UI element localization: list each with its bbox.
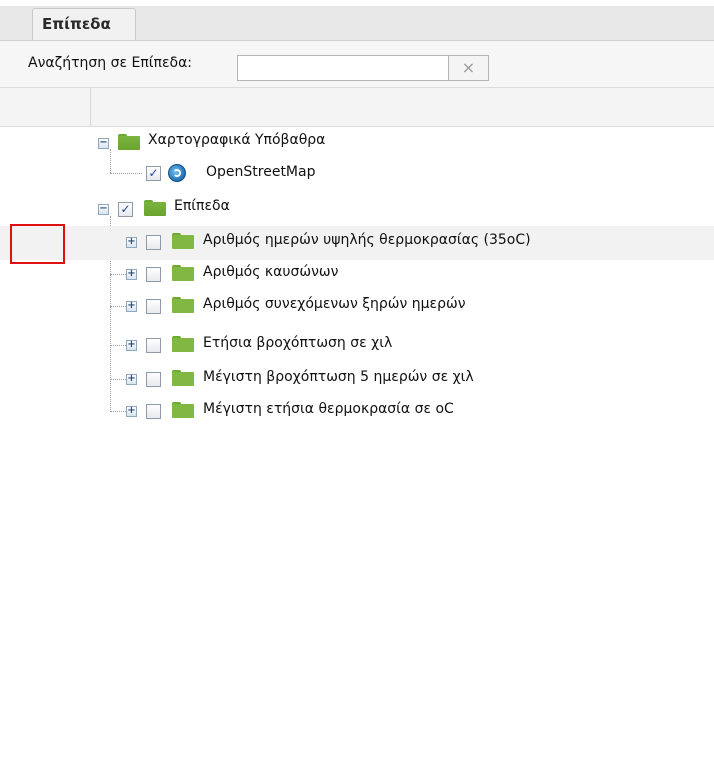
expand-icon[interactable]: +	[126, 340, 137, 351]
search-input[interactable]	[237, 55, 449, 81]
tree-node-label: Μέγιστη ετήσια θερμοκρασία σε oC	[203, 401, 454, 417]
layer-checkbox[interactable]	[146, 338, 161, 353]
highlight-box	[10, 224, 65, 264]
folder-open-icon	[144, 200, 166, 216]
layer-checkbox[interactable]: ✓	[146, 166, 161, 181]
expand-icon[interactable]: +	[126, 237, 137, 248]
clear-search-button[interactable]: ×	[449, 55, 489, 81]
folder-icon	[172, 297, 194, 313]
tree-node-openstreetmap[interactable]	[0, 158, 714, 192]
expand-icon[interactable]: +	[126, 269, 137, 280]
tree-node-label: Αριθμός ημερών υψηλής θερμοκρασίας (35oC…	[203, 232, 531, 248]
expand-icon[interactable]: +	[126, 301, 137, 312]
collapse-icon[interactable]: −	[98, 204, 109, 215]
grid-header-separator	[90, 88, 91, 126]
tree-node-label: Αριθμός καυσώνων	[203, 264, 339, 280]
layer-checkbox[interactable]	[146, 372, 161, 387]
tree-node-label: Επίπεδα	[174, 198, 230, 214]
folder-icon	[172, 265, 194, 281]
folder-open-icon	[118, 134, 140, 150]
layer-checkbox[interactable]	[146, 404, 161, 419]
collapse-icon[interactable]: −	[98, 138, 109, 149]
layer-checkbox[interactable]	[146, 299, 161, 314]
tree-node-layer[interactable]	[0, 260, 714, 294]
tree-node-label: Χαρτογραφικά Υπόβαθρα	[148, 132, 326, 148]
grid-header	[0, 88, 714, 127]
search-label: Αναζήτηση σε Επίπεδα:	[28, 55, 193, 71]
tree-node-label: Μέγιστη βροχόπτωση 5 ημερών σε χιλ	[203, 369, 474, 385]
layer-group-checkbox[interactable]: ✓	[118, 202, 133, 217]
expand-icon[interactable]: +	[126, 406, 137, 417]
openstreetmap-icon	[168, 164, 186, 182]
folder-icon	[172, 402, 194, 418]
layer-checkbox[interactable]	[146, 267, 161, 282]
tree-node-label: Ετήσια βροχόπτωση σε χιλ	[203, 335, 393, 351]
tree-node-label: OpenStreetMap	[206, 164, 316, 180]
expand-icon[interactable]: +	[126, 374, 137, 385]
tab-layers[interactable]: Επίπεδα	[32, 8, 136, 40]
folder-icon	[172, 370, 194, 386]
tree-node-label: Αριθμός συνεχόμενων ξηρών ημερών	[203, 296, 466, 312]
folder-icon	[172, 233, 194, 249]
layer-checkbox[interactable]	[146, 235, 161, 250]
folder-icon	[172, 336, 194, 352]
